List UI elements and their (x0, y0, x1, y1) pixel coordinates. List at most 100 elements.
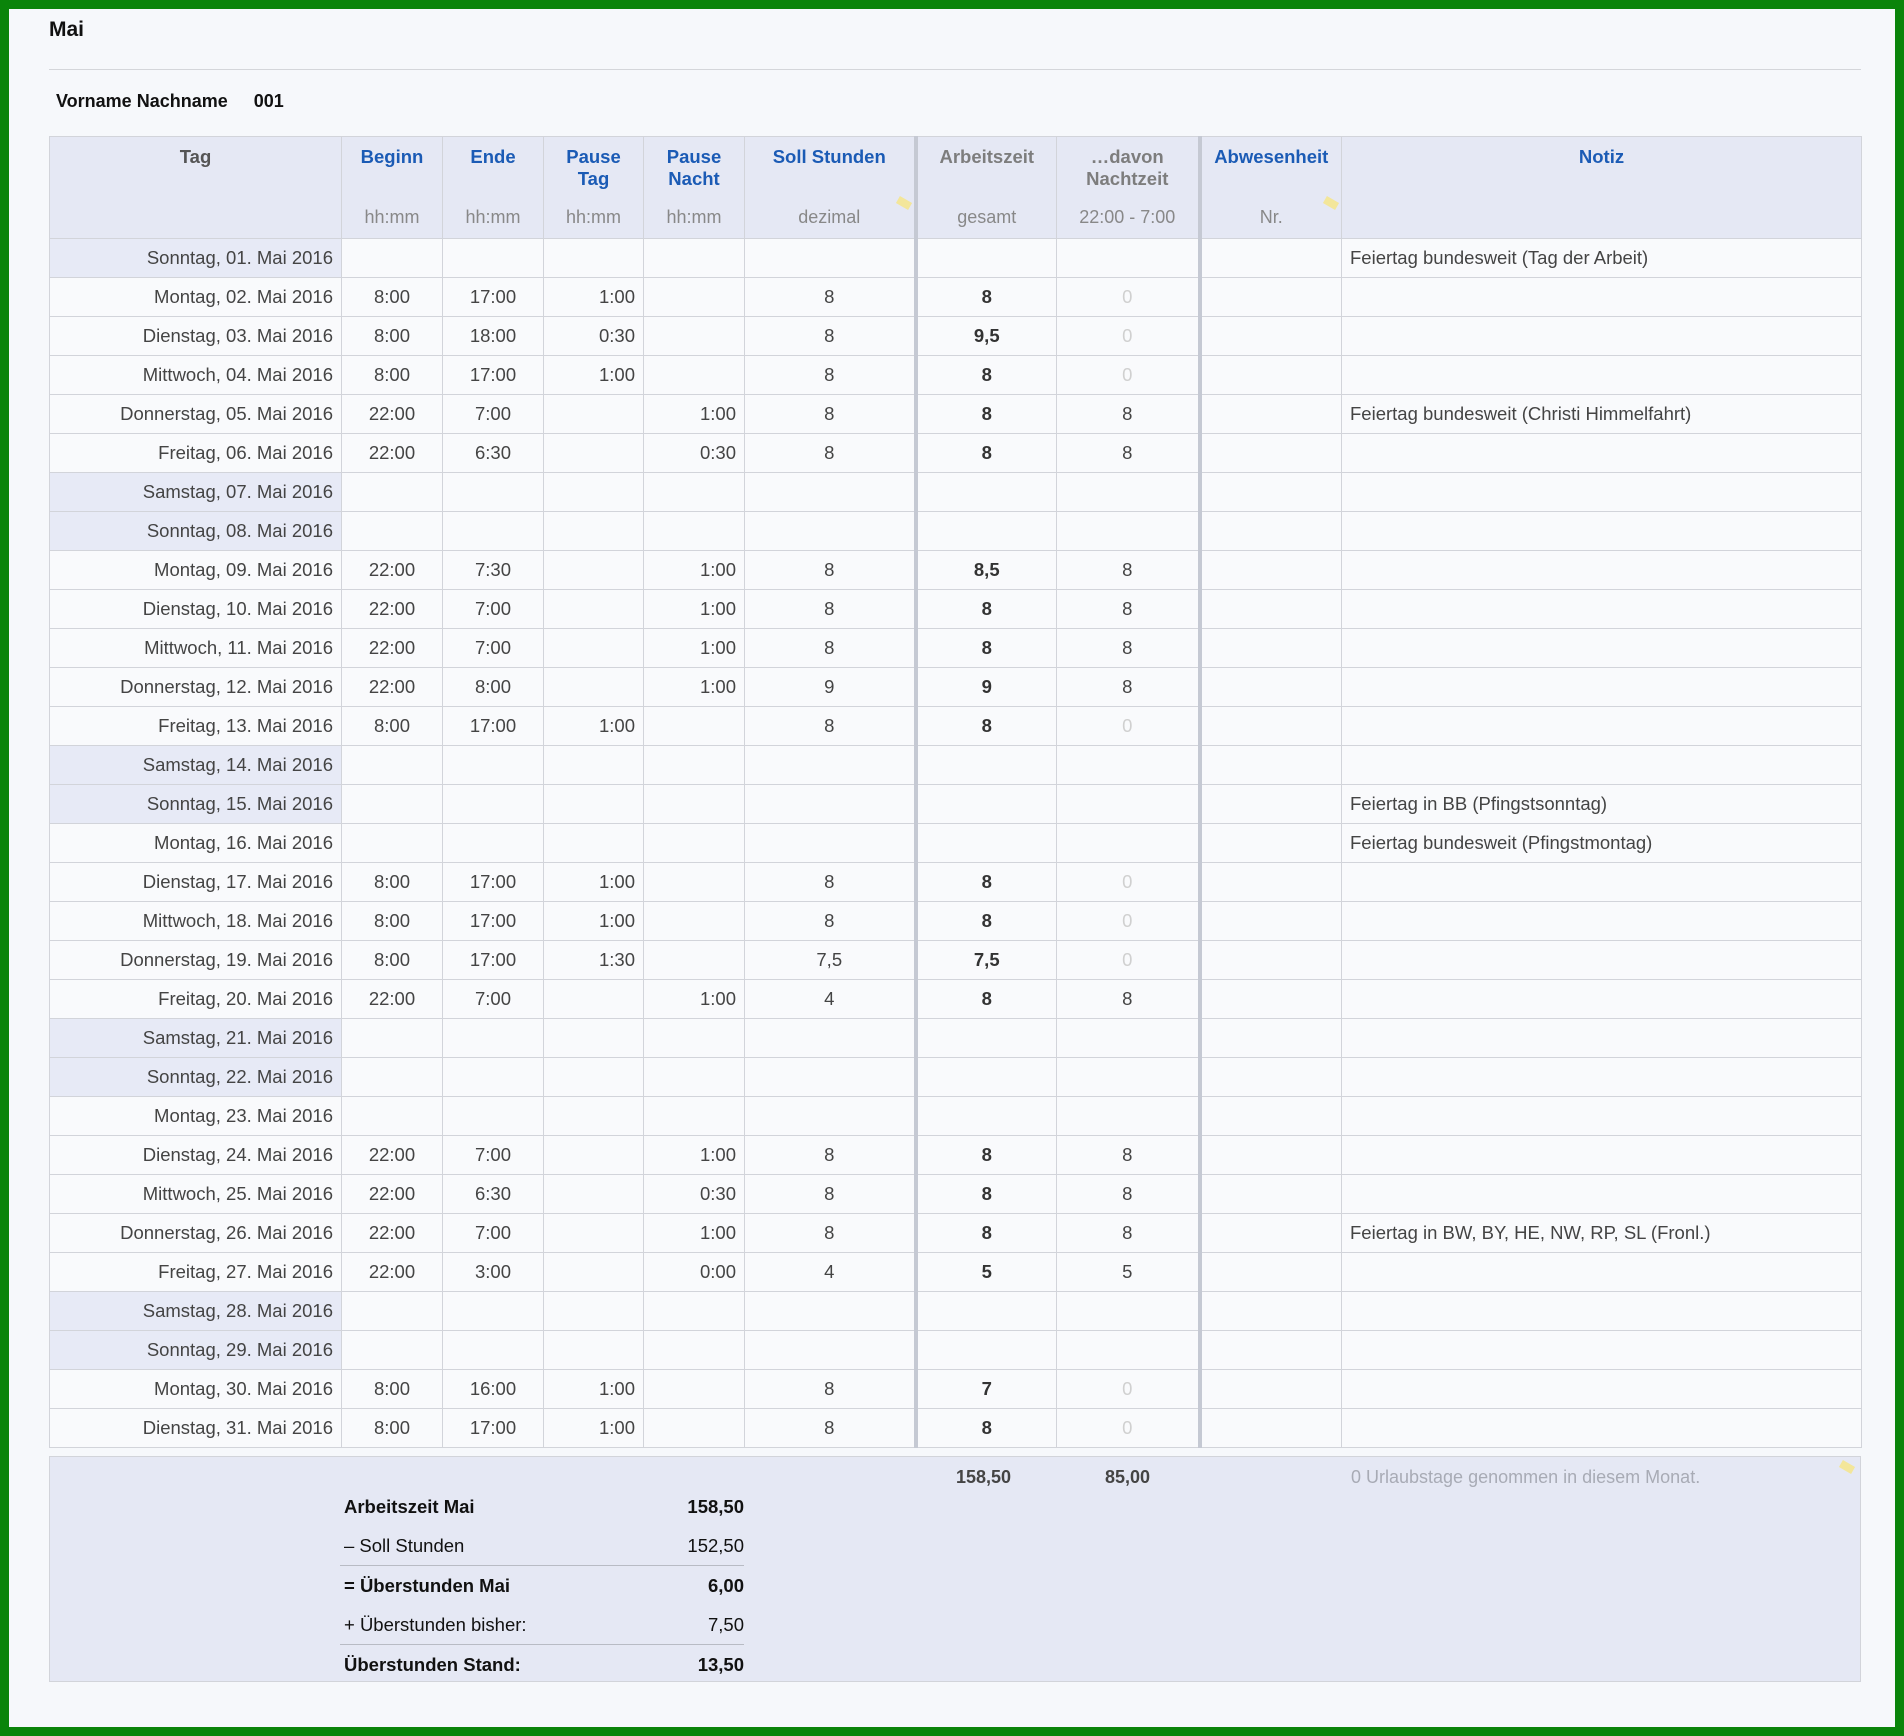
cell-arbeitszeit[interactable]: 8,5 (913, 550, 1057, 590)
cell-abwesenheit[interactable] (1197, 862, 1342, 902)
cell-arbeitszeit[interactable]: 9 (913, 667, 1057, 707)
cell-arbeitszeit[interactable] (913, 1018, 1057, 1058)
cell-nachtzeit[interactable] (1056, 823, 1200, 863)
cell-ende[interactable] (442, 1291, 544, 1331)
cell-ende[interactable] (442, 1096, 544, 1136)
cell-beginn[interactable]: 22:00 (341, 589, 443, 629)
cell-notiz[interactable] (1341, 1252, 1862, 1292)
cell-pause-nacht[interactable]: 1:00 (643, 1135, 745, 1175)
cell-notiz[interactable] (1341, 277, 1862, 317)
cell-ende[interactable] (442, 511, 544, 551)
cell-pause-tag[interactable] (543, 1213, 644, 1253)
cell-ende[interactable]: 6:30 (442, 433, 544, 473)
cell-ende[interactable] (442, 472, 544, 512)
cell-beginn[interactable]: 22:00 (341, 1213, 443, 1253)
cell-abwesenheit[interactable] (1197, 511, 1342, 551)
cell-notiz[interactable] (1341, 1018, 1862, 1058)
cell-ende[interactable] (442, 238, 544, 278)
cell-nachtzeit[interactable]: 0 (1056, 862, 1200, 902)
cell-nachtzeit[interactable] (1056, 1330, 1200, 1370)
cell-soll-stunden[interactable] (744, 1096, 916, 1136)
cell-beginn[interactable] (341, 472, 443, 512)
cell-pause-tag[interactable] (543, 550, 644, 590)
cell-arbeitszeit[interactable]: 8 (913, 1135, 1057, 1175)
comment-marker-icon[interactable] (1838, 1460, 1856, 1474)
cell-beginn[interactable]: 8:00 (341, 862, 443, 902)
cell-notiz[interactable] (1341, 1057, 1862, 1097)
cell-abwesenheit[interactable] (1197, 550, 1342, 590)
cell-abwesenheit[interactable] (1197, 1135, 1342, 1175)
cell-beginn[interactable]: 8:00 (341, 316, 443, 356)
cell-pause-tag[interactable] (543, 1330, 644, 1370)
cell-ende[interactable]: 17:00 (442, 940, 544, 980)
cell-pause-nacht[interactable] (643, 1330, 745, 1370)
cell-notiz[interactable] (1341, 745, 1862, 785)
cell-beginn[interactable] (341, 238, 443, 278)
cell-arbeitszeit[interactable]: 8 (913, 901, 1057, 941)
cell-pause-nacht[interactable]: 1:00 (643, 550, 745, 590)
cell-pause-tag[interactable] (543, 667, 644, 707)
cell-pause-tag[interactable] (543, 1252, 644, 1292)
cell-nachtzeit[interactable]: 0 (1056, 316, 1200, 356)
cell-arbeitszeit[interactable] (913, 745, 1057, 785)
cell-arbeitszeit[interactable]: 8 (913, 277, 1057, 317)
cell-ende[interactable] (442, 1018, 544, 1058)
cell-pause-nacht[interactable]: 1:00 (643, 394, 745, 434)
cell-soll-stunden[interactable]: 8 (744, 1369, 916, 1409)
cell-beginn[interactable]: 22:00 (341, 628, 443, 668)
cell-abwesenheit[interactable] (1197, 472, 1342, 512)
cell-notiz[interactable] (1341, 940, 1862, 980)
cell-soll-stunden[interactable] (744, 823, 916, 863)
cell-abwesenheit[interactable] (1197, 394, 1342, 434)
cell-soll-stunden[interactable] (744, 238, 916, 278)
cell-beginn[interactable] (341, 1096, 443, 1136)
cell-nachtzeit[interactable] (1056, 1057, 1200, 1097)
cell-ende[interactable] (442, 1057, 544, 1097)
cell-nachtzeit[interactable] (1056, 238, 1200, 278)
cell-nachtzeit[interactable] (1056, 472, 1200, 512)
cell-nachtzeit[interactable]: 8 (1056, 1213, 1200, 1253)
cell-notiz[interactable] (1341, 433, 1862, 473)
cell-soll-stunden[interactable] (744, 745, 916, 785)
cell-nachtzeit[interactable]: 0 (1056, 277, 1200, 317)
cell-pause-nacht[interactable] (643, 745, 745, 785)
cell-soll-stunden[interactable] (744, 511, 916, 551)
cell-nachtzeit[interactable]: 0 (1056, 901, 1200, 941)
cell-beginn[interactable]: 22:00 (341, 1252, 443, 1292)
cell-nachtzeit[interactable]: 8 (1056, 394, 1200, 434)
cell-ende[interactable] (442, 784, 544, 824)
cell-pause-nacht[interactable] (643, 1018, 745, 1058)
cell-pause-tag[interactable] (543, 1174, 644, 1214)
cell-pause-tag[interactable]: 1:00 (543, 1369, 644, 1409)
cell-nachtzeit[interactable]: 8 (1056, 628, 1200, 668)
cell-nachtzeit[interactable]: 0 (1056, 706, 1200, 746)
cell-soll-stunden[interactable]: 8 (744, 394, 916, 434)
cell-pause-tag[interactable] (543, 1096, 644, 1136)
cell-beginn[interactable]: 8:00 (341, 355, 443, 395)
cell-nachtzeit[interactable]: 8 (1056, 667, 1200, 707)
cell-pause-tag[interactable] (543, 1018, 644, 1058)
cell-abwesenheit[interactable] (1197, 901, 1342, 941)
cell-nachtzeit[interactable]: 8 (1056, 1135, 1200, 1175)
cell-pause-nacht[interactable]: 1:00 (643, 628, 745, 668)
cell-pause-tag[interactable]: 0:30 (543, 316, 644, 356)
cell-notiz[interactable]: Feiertag bundesweit (Pfingstmontag) (1341, 823, 1862, 863)
cell-beginn[interactable]: 22:00 (341, 667, 443, 707)
cell-nachtzeit[interactable] (1056, 1291, 1200, 1331)
cell-abwesenheit[interactable] (1197, 745, 1342, 785)
cell-arbeitszeit[interactable] (913, 1330, 1057, 1370)
cell-beginn[interactable]: 22:00 (341, 979, 443, 1019)
cell-beginn[interactable]: 8:00 (341, 1408, 443, 1448)
cell-notiz[interactable] (1341, 628, 1862, 668)
cell-nachtzeit[interactable]: 5 (1056, 1252, 1200, 1292)
cell-pause-tag[interactable]: 1:00 (543, 355, 644, 395)
cell-pause-nacht[interactable] (643, 1369, 745, 1409)
cell-pause-nacht[interactable] (643, 472, 745, 512)
cell-abwesenheit[interactable] (1197, 1408, 1342, 1448)
cell-soll-stunden[interactable] (744, 1291, 916, 1331)
cell-pause-tag[interactable] (543, 745, 644, 785)
cell-nachtzeit[interactable]: 8 (1056, 433, 1200, 473)
cell-abwesenheit[interactable] (1197, 1369, 1342, 1409)
cell-arbeitszeit[interactable]: 8 (913, 706, 1057, 746)
cell-ende[interactable]: 17:00 (442, 862, 544, 902)
